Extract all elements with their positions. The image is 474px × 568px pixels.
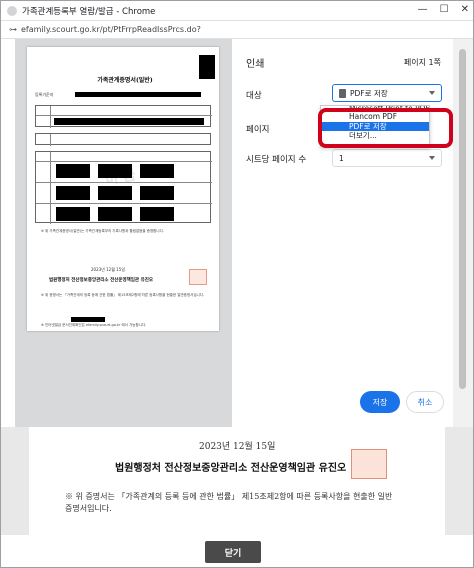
- redacted-block: [140, 207, 174, 221]
- page-count: 페이지 1쪽: [403, 58, 441, 67]
- window-controls: — ☐ ✕: [418, 4, 469, 15]
- pages-label: 페이지: [246, 125, 270, 135]
- preview-issuer: 법원행정처 전산정보중앙관리소 전산운영책임관 유진오: [49, 278, 154, 283]
- preview-date: 2023년 12월 15일: [91, 267, 125, 272]
- site-info-icon[interactable]: ⊶: [9, 25, 17, 34]
- official-seal-icon: [351, 449, 387, 479]
- close-button[interactable]: 닫기: [205, 541, 261, 563]
- destination-value: PDF로 저장: [350, 88, 388, 98]
- background-paper: 2023년 12월 15일 법원행정처 전산정보중앙관리소 전산운영책임관 유진…: [29, 427, 445, 535]
- document-note: ※ 위 증명서는 「가족관계의 등록 등에 관한 법률」 제15조제2항에 따른…: [65, 492, 393, 513]
- save-button[interactable]: 저장: [360, 391, 400, 413]
- preview-page: 가족관계증명서(일반) 등록기준지 미 금: [27, 47, 219, 331]
- redacted-block: [98, 207, 132, 221]
- destination-label: 대상: [246, 91, 262, 101]
- pages-per-sheet-label: 시트당 페이지 수: [246, 155, 307, 165]
- redacted-block: [98, 186, 132, 200]
- print-settings-pane: 인쇄 페이지 1쪽 대상 PDF로 저장 페이지 시트당 페이지 수 1: [232, 39, 453, 427]
- app-icon: [7, 5, 17, 16]
- redacted-block: [75, 92, 201, 97]
- pages-per-sheet-select[interactable]: 1: [332, 149, 442, 167]
- preview-cert-number: 등록기준지: [35, 92, 54, 97]
- browser-window: 가족관계등록부 열람/발급 - Chrome — ☐ ✕ ⊶ efamily.s…: [0, 0, 474, 568]
- url-text: efamily.scourt.go.kr/pt/PtFrrpReadIssPrc…: [21, 25, 201, 34]
- minimize-icon[interactable]: —: [418, 4, 428, 15]
- preview-note-line: ※ 위 가족관계증명서(일반)는 가족관계등록부의 기록사항과 틀림없음을 증명…: [41, 229, 164, 233]
- preview-table-row: [35, 133, 211, 146]
- print-preview-pane: 가족관계증명서(일반) 등록기준지 미 금: [15, 39, 232, 427]
- scrollbar[interactable]: [453, 39, 473, 427]
- annotation-highlight-box: [318, 108, 453, 148]
- preview-note-line: ※ 인터넷발급 문서진위확인은 efamily.scourt.go.kr 에서 …: [41, 323, 147, 327]
- redacted-block: [71, 317, 105, 322]
- chevron-down-icon: [429, 156, 435, 160]
- page-left-strip: [1, 39, 15, 439]
- preview-doc-title: 가족관계증명서(일반): [97, 77, 153, 84]
- file-icon: [339, 88, 346, 98]
- scrollbar-thumb[interactable]: [459, 49, 466, 389]
- window-title: 가족관계등록부 열람/발급 - Chrome: [22, 6, 156, 17]
- document-issuer: 법원행정처 전산정보중앙관리소 전산운영책임관 유진오: [115, 463, 347, 474]
- cancel-button[interactable]: 취소: [406, 391, 444, 413]
- destination-select[interactable]: PDF로 저장: [332, 84, 442, 102]
- address-bar[interactable]: ⊶ efamily.scourt.go.kr/pt/PtFrrpReadIssP…: [1, 21, 473, 39]
- redacted-block: [98, 164, 132, 178]
- maximize-icon[interactable]: ☐: [440, 4, 449, 15]
- preview-table-self: [35, 105, 212, 128]
- preview-note-line: ※ 위 증명서는 「가족관계의 등록 등에 관한 법률」 제15조제2항에 따른…: [41, 293, 205, 297]
- redacted-block: [54, 118, 204, 125]
- redacted-block: [56, 186, 90, 200]
- document-date: 2023년 12월 15일: [199, 442, 276, 452]
- official-seal-icon: [189, 269, 207, 285]
- pages-per-sheet-value: 1: [339, 153, 344, 163]
- redacted-block: [199, 55, 215, 79]
- redacted-block: [140, 164, 174, 178]
- close-window-icon[interactable]: ✕: [461, 4, 469, 15]
- title-bar: 가족관계등록부 열람/발급 - Chrome — ☐ ✕: [1, 1, 473, 21]
- background-document: 2023년 12월 15일 법원행정처 전산정보중앙관리소 전산운영책임관 유진…: [1, 427, 473, 535]
- preview-table-family: [35, 151, 212, 224]
- chevron-down-icon: [429, 91, 435, 95]
- redacted-block: [56, 207, 90, 221]
- print-title: 인쇄: [246, 59, 265, 70]
- redacted-block: [56, 164, 90, 178]
- redacted-block: [140, 186, 174, 200]
